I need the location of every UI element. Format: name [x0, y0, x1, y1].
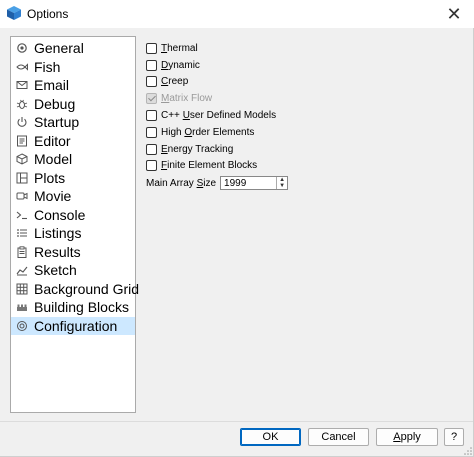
nav-item-label: Movie	[34, 188, 72, 205]
resize-grip-icon[interactable]	[464, 447, 472, 455]
option-creep[interactable]: Creep	[146, 74, 276, 91]
finite-element-blocks-label: Finite Element Blocks	[161, 160, 258, 172]
nav-item-fish[interactable]: Fish	[11, 58, 135, 77]
option-energy-tracking[interactable]: Energy Tracking	[146, 141, 276, 158]
help-icon: ?	[450, 431, 458, 443]
nav-item-label: Email	[34, 77, 70, 94]
energy-tracking-checkbox[interactable]	[146, 143, 157, 155]
window-title: Options	[27, 7, 69, 21]
nav-item-label: Sketch	[34, 262, 77, 279]
blocks-icon	[16, 301, 28, 313]
nav-item-label: Startup	[34, 114, 80, 131]
help-button[interactable]: ?	[444, 428, 464, 446]
dynamic-checkbox[interactable]	[146, 59, 157, 71]
nav-item-listings[interactable]: Listings	[11, 224, 135, 243]
main-array-size-value[interactable]: 1999	[221, 178, 246, 189]
nav-item-editor[interactable]: Editor	[11, 132, 135, 151]
button-bar-divider	[0, 421, 473, 422]
title-bar: Options ✕	[0, 0, 474, 28]
spin-down-icon[interactable]: ▼	[277, 183, 287, 189]
nav-item-label: Model	[34, 151, 73, 168]
nav-item-label: Editor	[34, 132, 71, 149]
nav-item-email[interactable]: Email	[11, 76, 135, 95]
ok-button[interactable]: OK	[240, 428, 301, 446]
grid-icon	[16, 283, 28, 295]
plots-icon	[16, 172, 28, 184]
creep-checkbox[interactable]	[146, 76, 157, 88]
nav-item-movie[interactable]: Movie	[11, 187, 135, 206]
apply-button[interactable]: Apply	[376, 428, 438, 446]
movie-icon	[16, 190, 28, 202]
high-order-elements-checkbox[interactable]	[146, 126, 157, 138]
main-array-size-label: Main Array Size	[146, 177, 217, 189]
nav-item-sketch[interactable]: Sketch	[11, 261, 135, 280]
spin-buttons: ▲ ▼	[276, 177, 287, 189]
nav-item-console[interactable]: Console	[11, 206, 135, 225]
nav-item-label: Building Blocks	[34, 299, 129, 316]
nav-item-label: Configuration	[34, 317, 118, 334]
editor-icon	[16, 135, 28, 147]
creep-label: Creep	[161, 76, 189, 88]
nav-item-label: Background Grid	[34, 280, 140, 297]
gear-icon	[16, 42, 28, 54]
nav-item-debug[interactable]: Debug	[11, 95, 135, 114]
high-order-elements-label: High Order Elements	[161, 126, 255, 138]
nav-item-background-grid[interactable]: Background Grid	[11, 280, 139, 299]
nav-item-label: Fish	[34, 58, 61, 75]
nav-item-label: Plots	[34, 169, 66, 186]
nav-item-label: General	[34, 40, 84, 57]
power-icon	[16, 116, 28, 128]
nav-item-label: Console	[34, 206, 86, 223]
thermal-label: Thermal	[161, 42, 198, 54]
configuration-options: Thermal Dynamic Creep Matrix Flow C++ User D…	[146, 40, 276, 174]
sketch-icon	[16, 264, 28, 276]
c-user-defined-models-label: C++ User Defined Models	[161, 110, 277, 122]
option-matrix-flow: Matrix Flow	[146, 90, 276, 107]
nav-item-plots[interactable]: Plots	[11, 169, 135, 188]
main-array-size-spinbox[interactable]: 1999 ▲ ▼	[220, 176, 289, 190]
main-array-size-row: Main Array Size 1999 ▲ ▼	[146, 175, 289, 191]
option-dynamic[interactable]: Dynamic	[146, 57, 276, 74]
fish-icon	[16, 61, 28, 73]
close-icon: ✕	[446, 3, 462, 24]
app-cube-icon	[6, 5, 22, 21]
close-button[interactable]: ✕	[434, 0, 474, 28]
energy-tracking-label: Energy Tracking	[161, 143, 234, 155]
cube-icon	[16, 153, 28, 165]
list-icon	[16, 227, 28, 239]
c-user-defined-models-checkbox[interactable]	[146, 110, 157, 122]
nav-item-general[interactable]: General	[11, 39, 135, 58]
clipboard-icon	[16, 246, 28, 258]
nav-item-label: Results	[34, 243, 81, 260]
dynamic-label: Dynamic	[161, 59, 200, 71]
nav-item-label: Listings	[34, 225, 82, 242]
config-icon	[16, 320, 28, 332]
nav-item-results[interactable]: Results	[11, 243, 135, 262]
nav-item-label: Debug	[34, 95, 76, 112]
option-c-user-defined-models[interactable]: C++ User Defined Models	[146, 107, 276, 124]
option-thermal[interactable]: Thermal	[146, 40, 276, 57]
nav-item-building-blocks[interactable]: Building Blocks	[11, 298, 135, 317]
nav-item-startup[interactable]: Startup	[11, 113, 135, 132]
matrix-flow-checkbox	[146, 93, 157, 105]
bug-icon	[16, 98, 28, 110]
nav-item-model[interactable]: Model	[11, 150, 135, 169]
option-high-order-elements[interactable]: High Order Elements	[146, 124, 276, 141]
thermal-checkbox[interactable]	[146, 42, 157, 54]
options-category-list[interactable]: General Fish Email Debug Startup Editor Model P…	[10, 36, 139, 413]
option-finite-element-blocks[interactable]: Finite Element Blocks	[146, 158, 276, 175]
matrix-flow-label: Matrix Flow	[161, 93, 213, 105]
console-icon	[16, 209, 28, 221]
nav-item-configuration[interactable]: Configuration	[11, 316, 135, 335]
finite-element-blocks-checkbox[interactable]	[146, 160, 157, 172]
cancel-button[interactable]: Cancel	[308, 428, 369, 446]
email-icon	[16, 79, 28, 91]
